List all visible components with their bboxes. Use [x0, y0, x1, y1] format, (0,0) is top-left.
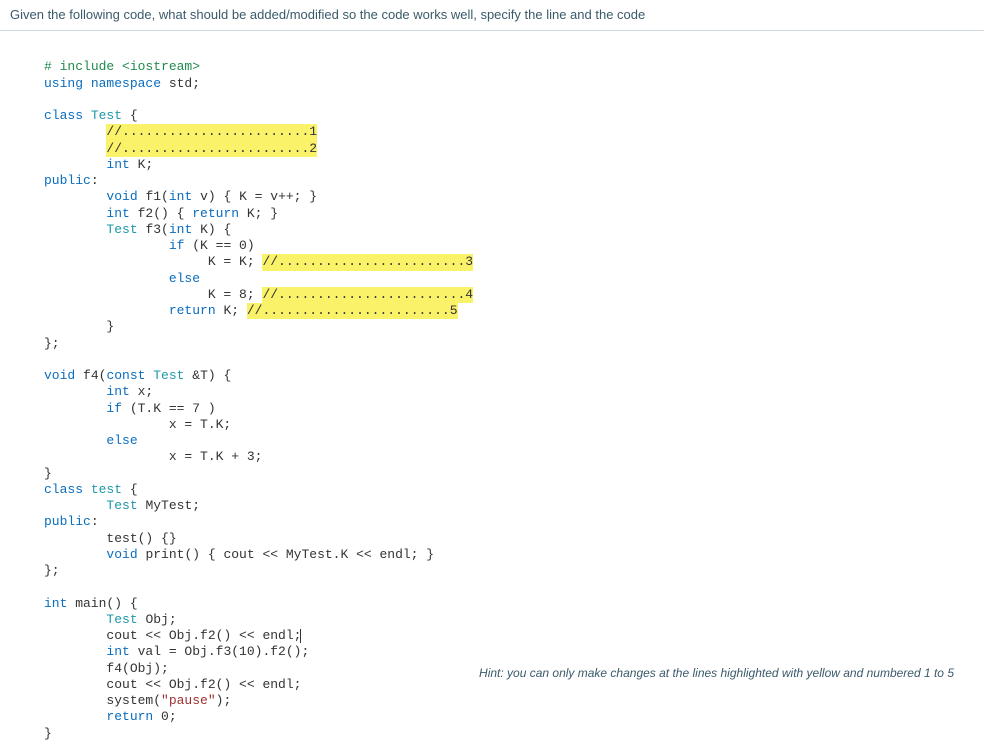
f4-sig3: &T) {	[184, 368, 231, 383]
f4-assign1: x = T.K;	[169, 417, 231, 432]
class-test-name-2: test	[83, 482, 122, 497]
int-kw-2: int	[106, 206, 129, 221]
return0-val: 0;	[153, 709, 176, 724]
highlight-3: //........................3	[262, 254, 473, 270]
hl4-dots: ........................4	[278, 287, 473, 302]
return0-kw: return	[106, 709, 153, 724]
if-kw: if	[169, 238, 185, 253]
hl3-prefix: //	[262, 254, 278, 269]
mytest-decl-t: Test	[106, 498, 137, 513]
f3-if-cond: (K == 0)	[184, 238, 254, 253]
hl3-dots: ........................3	[278, 254, 473, 269]
class-kw: class	[44, 108, 83, 123]
highlight-1: //........................1	[106, 124, 317, 140]
f2-sig: f2() {	[130, 206, 192, 221]
main-sig-n: main() {	[67, 596, 137, 611]
using-kw: using	[44, 76, 83, 91]
f1-param-n: v) { K = v++; }	[192, 189, 317, 204]
f3-assign2: K = 8;	[208, 287, 263, 302]
hl5-prefix: //	[247, 303, 263, 318]
class-kw-2: class	[44, 482, 83, 497]
obj-decl-t: Test	[106, 612, 137, 627]
main-l5: cout << Obj.f2() << endl;	[106, 677, 301, 692]
main-l3b: val = Obj.f3(10).f2();	[130, 644, 309, 659]
else-kw: else	[169, 271, 200, 286]
hl5-dots: ........................5	[262, 303, 457, 318]
std-id: std;	[161, 76, 200, 91]
f3-sig: f3(	[138, 222, 169, 237]
mytest-decl-n: MyTest;	[138, 498, 200, 513]
code-block: # include <iostream> using namespace std…	[0, 43, 984, 742]
public-kw: public	[44, 173, 91, 188]
highlight-5: //........................5	[247, 303, 458, 319]
preproc-hash: #	[44, 59, 60, 74]
main-l3a: int	[106, 644, 129, 659]
question-header: Given the following code, what should be…	[0, 0, 984, 31]
main-l4: f4(Obj);	[106, 661, 168, 676]
f4-if-cond: (T.K == 7 )	[122, 401, 216, 416]
int-kw: int	[106, 157, 129, 172]
f2-body: K; }	[239, 206, 278, 221]
hl1-prefix: //	[106, 124, 122, 139]
hl1-dots: ........................1	[122, 124, 317, 139]
void-kw-3: void	[106, 547, 137, 562]
include-header: <iostream>	[114, 59, 200, 74]
f3-param-n: K) {	[192, 222, 231, 237]
main-sig-t: int	[44, 596, 67, 611]
public-kw-2: public	[44, 514, 91, 529]
close-class: };	[44, 336, 60, 351]
close-class-2: };	[44, 563, 60, 578]
if-kw-2: if	[106, 401, 122, 416]
test-ctor: test() {}	[106, 531, 176, 546]
k-decl: K;	[130, 157, 153, 172]
close-brace-inner: }	[106, 319, 114, 334]
print-sig1: print() { cout << MyTest.K << endl; }	[138, 547, 434, 562]
close-main: }	[44, 726, 52, 741]
f3-ret-post: K;	[216, 303, 247, 318]
f4-sig1: f4(	[75, 368, 106, 383]
open-brace-2: {	[122, 482, 138, 497]
highlight-4: //........................4	[262, 287, 473, 303]
colon-2: :	[91, 514, 99, 529]
include-kw: include	[60, 59, 115, 74]
f1-sig: f1(	[138, 189, 169, 204]
f1-param-t: int	[169, 189, 192, 204]
void-kw: void	[106, 189, 137, 204]
colon: :	[91, 173, 99, 188]
question-text: Given the following code, what should be…	[10, 7, 645, 22]
f4-assign2: x = T.K + 3;	[169, 449, 263, 464]
namespace-kw: namespace	[83, 76, 161, 91]
hl2-prefix: //	[106, 141, 122, 156]
hl2-dots: ........................2	[122, 141, 317, 156]
f4-sig2: Test	[145, 368, 184, 383]
void-kw-2: void	[44, 368, 75, 383]
const-kw: const	[106, 368, 145, 383]
f3-assign1: K = K;	[208, 254, 263, 269]
class-test-name: Test	[83, 108, 122, 123]
close-f4: }	[44, 466, 52, 481]
obj-decl-n: Obj;	[138, 612, 177, 627]
open-brace: {	[122, 108, 138, 123]
else-kw-2: else	[106, 433, 137, 448]
hl4-prefix: //	[262, 287, 278, 302]
text-cursor	[300, 629, 301, 643]
highlight-2: //........................2	[106, 141, 317, 157]
hint-text: Hint: you can only make changes at the l…	[479, 666, 954, 680]
return-kw: return	[192, 206, 239, 221]
x-decl: x;	[130, 384, 153, 399]
main-l2: cout << Obj.f2() << endl;	[106, 628, 301, 643]
f3-param-t: int	[169, 222, 192, 237]
f3-ret-kw: return	[169, 303, 216, 318]
int-kw-3: int	[106, 384, 129, 399]
test-type: Test	[106, 222, 137, 237]
